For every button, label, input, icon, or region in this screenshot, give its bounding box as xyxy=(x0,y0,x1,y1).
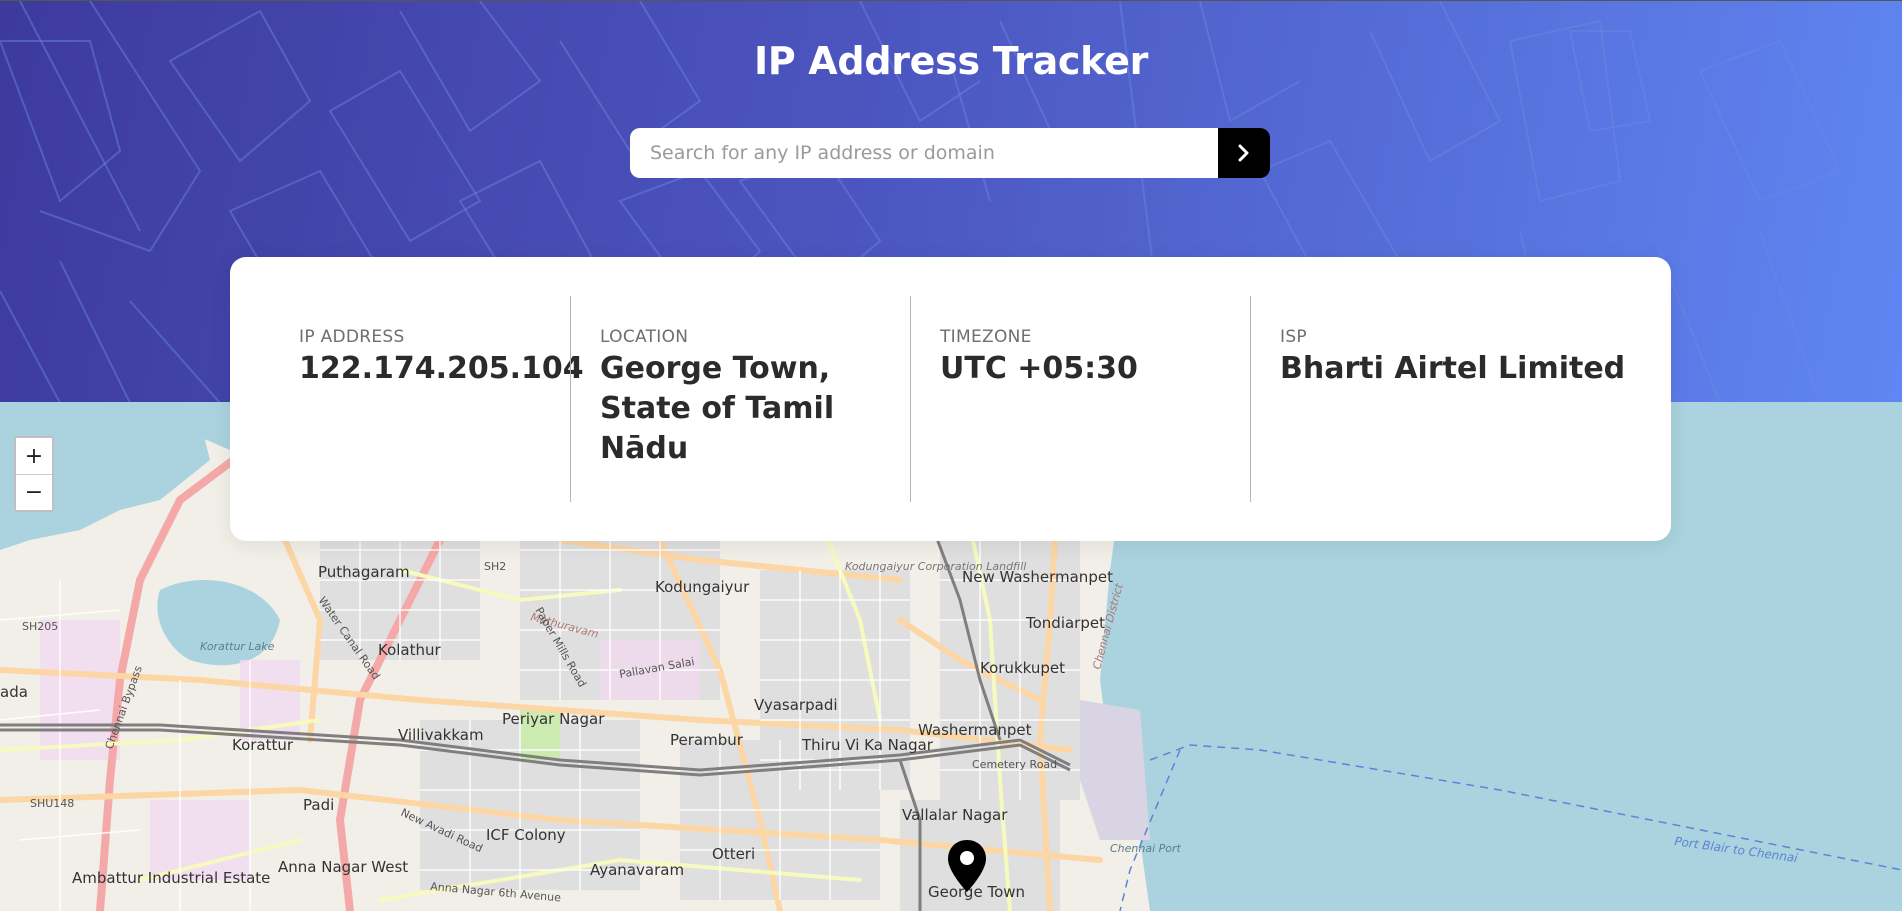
map-label: Periyar Nagar xyxy=(502,710,605,728)
isp-value: Bharti Airtel Limited xyxy=(1280,351,1626,386)
location-label: LOCATION xyxy=(600,327,689,347)
map-label: ICF Colony xyxy=(486,826,566,844)
isp-label: ISP xyxy=(1280,327,1307,347)
location-section: LOCATION George Town, State of Tamil Nād… xyxy=(570,296,910,502)
map-label: Kodungaiyur xyxy=(655,578,750,596)
ip-info-card: IP ADDRESS 122.174.205.104 LOCATION Geor… xyxy=(230,257,1671,541)
map-label: Ayanavaram xyxy=(590,861,684,879)
map-label: Thiru Vi Ka Nagar xyxy=(801,736,934,754)
ip-address-section: IP ADDRESS 122.174.205.104 xyxy=(230,296,584,502)
map-label: Vyasarpadi xyxy=(754,696,838,714)
map-label: Tondiarpet xyxy=(1025,614,1105,632)
map-label: Villivakkam xyxy=(398,726,484,744)
timezone-label: TIMEZONE xyxy=(940,327,1032,347)
isp-section: ISP Bharti Airtel Limited xyxy=(1250,296,1670,502)
zoom-in-button[interactable]: + xyxy=(16,438,52,474)
timezone-value: UTC +05:30 xyxy=(940,351,1138,386)
map-label: Washermanpet xyxy=(918,721,1032,739)
map-label: New Washermanpet xyxy=(962,568,1113,586)
map-label: Ambattur Industrial Estate xyxy=(72,869,270,887)
page-title: IP Address Tracker xyxy=(753,39,1149,83)
map-label: Korattur Lake xyxy=(200,640,275,653)
chevron-right-icon xyxy=(1238,144,1249,162)
ip-address-label: IP ADDRESS xyxy=(299,327,405,347)
map-label: SH2 xyxy=(484,560,506,573)
timezone-section: TIMEZONE UTC +05:30 xyxy=(910,296,1250,502)
map-label: Korukkupet xyxy=(980,659,1065,677)
map-label: Korattur xyxy=(232,736,294,754)
map-label: Perambur xyxy=(670,731,744,749)
search-submit-button[interactable] xyxy=(1218,128,1270,178)
map-label: Kolathur xyxy=(378,641,442,659)
map-label: Puthagaram xyxy=(318,563,410,581)
search-bar xyxy=(630,128,1270,178)
map-label: SHU148 xyxy=(30,797,74,810)
map-label: SH205 xyxy=(22,620,58,633)
zoom-out-button[interactable]: − xyxy=(16,474,52,510)
map-label: Anna Nagar West xyxy=(278,858,408,876)
map-label: ada xyxy=(0,683,28,701)
map-label: Otteri xyxy=(712,845,755,863)
ip-address-value: 122.174.205.104 xyxy=(299,351,584,386)
location-value: George Town, State of Tamil Nādu xyxy=(600,351,835,466)
map-label: Chennai Port xyxy=(1110,842,1182,855)
location-marker-icon[interactable] xyxy=(946,838,988,894)
search-input[interactable] xyxy=(630,128,1218,178)
map-label: Padi xyxy=(303,796,334,814)
zoom-control: + − xyxy=(14,436,54,512)
map-label: Cemetery Road xyxy=(972,758,1057,771)
map-label: Port Blair to Chennai xyxy=(1674,834,1800,865)
map-label: Vallalar Nagar xyxy=(902,806,1008,824)
